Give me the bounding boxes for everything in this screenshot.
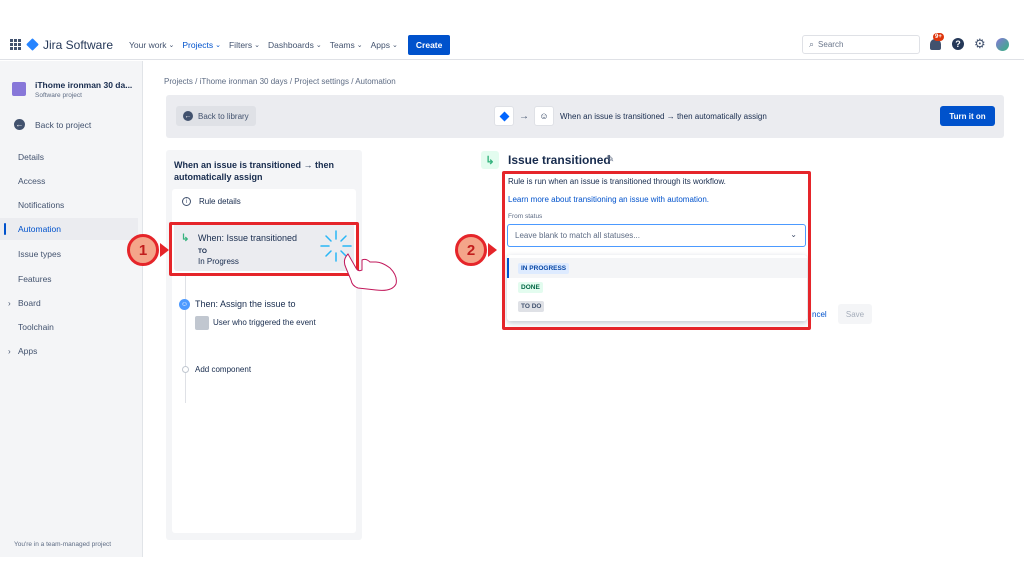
sidebar-item-automation[interactable]: Automation — [0, 218, 138, 240]
add-component-link[interactable]: Add component — [195, 365, 251, 374]
sidebar-item-features[interactable]: Features — [0, 268, 138, 290]
app-switcher-icon[interactable] — [10, 39, 21, 50]
marker-arrow-1 — [160, 243, 169, 257]
user-icon — [195, 316, 209, 330]
flow-connector — [185, 273, 186, 403]
trigger-diamond-icon — [494, 106, 514, 126]
chevron-down-icon: ⌄ — [215, 41, 221, 49]
chevron-down-icon: ⌄ — [392, 41, 398, 49]
action-user: User who triggered the event — [213, 318, 316, 327]
marker-arrow-2 — [488, 243, 497, 257]
chevron-down-icon: ⌄ — [254, 41, 260, 49]
nav-teams[interactable]: Teams ⌄ — [330, 40, 363, 50]
click-hand-icon — [320, 230, 397, 291]
user-avatar[interactable] — [995, 37, 1009, 51]
sidebar-item-details[interactable]: Details — [0, 146, 138, 168]
sidebar-item-apps[interactable]: › Apps — [0, 340, 138, 362]
rule-summary: → ☺ When an issue is transitioned → then… — [494, 106, 767, 126]
transition-icon: ↳ — [481, 151, 499, 169]
project-sidebar: iThome ironman 30 da... Software project… — [0, 61, 143, 557]
chevron-right-icon: › — [8, 346, 11, 356]
template-banner: ← Back to library → ☺ When an issue is t… — [166, 95, 1004, 138]
chevron-down-icon: ⌄ — [168, 41, 175, 49]
jira-logo[interactable]: Jira Software — [26, 37, 114, 52]
rule-summary-text: When an issue is transitioned → then aut… — [560, 111, 767, 121]
nav-dashboards[interactable]: Dashboards ⌄ — [268, 40, 322, 50]
trigger-detail-title: Issue transitioned — [508, 153, 611, 167]
sidebar-item-board[interactable]: › Board — [0, 292, 138, 314]
sidebar-item-issue-types[interactable]: Issue types — [0, 243, 138, 265]
action-title[interactable]: Then: Assign the issue to — [195, 299, 296, 309]
chevron-right-icon: › — [8, 298, 11, 308]
create-button[interactable]: Create — [407, 34, 451, 55]
assign-person-icon: ☺ — [179, 299, 190, 310]
step-marker-1: 1 — [127, 234, 159, 266]
back-to-project-link[interactable]: ← Back to project — [14, 119, 91, 130]
notification-badge: 9+ — [933, 33, 944, 41]
nav-apps[interactable]: Apps ⌄ — [371, 40, 398, 50]
back-to-library-button[interactable]: ← Back to library — [176, 106, 256, 126]
project-icon — [12, 82, 26, 96]
search-icon: ⌕ — [809, 39, 815, 49]
project-name: iThome ironman 30 da... — [35, 80, 133, 90]
chevron-down-icon: ⌄ — [356, 41, 363, 49]
sidebar-item-toolchain[interactable]: Toolchain — [0, 316, 138, 338]
top-actions: 9+ ? ⚙ — [930, 33, 1009, 51]
notifications-icon[interactable]: 9+ — [930, 33, 944, 51]
help-icon[interactable]: ? — [952, 38, 964, 50]
assign-user-icon: ☺ — [534, 106, 554, 126]
rule-title: When an issue is transitioned → then aut… — [174, 160, 335, 182]
rule-panel: When an issue is transitioned → then aut… — [166, 150, 362, 540]
breadcrumb[interactable]: Projects / iThome ironman 30 days / Proj… — [164, 77, 396, 86]
highlight-box-status — [502, 171, 811, 330]
nav-your-work[interactable]: Your work ⌄ — [129, 40, 174, 50]
turn-it-on-button[interactable]: Turn it on — [940, 106, 995, 126]
info-icon: i — [182, 197, 191, 206]
chevron-down-icon: ⌄ — [315, 41, 322, 49]
search-input[interactable]: ⌕ Search — [802, 35, 920, 54]
jira-diamond-icon — [26, 38, 39, 51]
cancel-button[interactable]: ncel — [812, 310, 827, 319]
arrow-left-icon: ← — [183, 111, 193, 121]
nav-filters[interactable]: Filters ⌄ — [229, 40, 260, 50]
step-marker-2: 2 — [455, 234, 487, 266]
rule-details-item[interactable]: i Rule details — [182, 197, 241, 206]
project-type: Software project — [35, 92, 82, 99]
arrow-right-icon: → — [519, 110, 529, 122]
arrow-left-icon: ← — [14, 119, 25, 130]
settings-gear-icon[interactable]: ⚙ — [974, 37, 986, 50]
sidebar-item-notifications[interactable]: Notifications — [0, 194, 138, 216]
save-button[interactable]: Save — [838, 304, 872, 324]
edit-pencil-icon[interactable]: ✎ — [606, 154, 614, 165]
project-header[interactable]: iThome ironman 30 da... Software project — [12, 80, 132, 99]
nav-projects[interactable]: Projects ⌄ — [182, 40, 221, 50]
add-component-dot-icon — [182, 366, 189, 373]
app-name: Jira Software — [43, 37, 114, 52]
top-navigation: Jira Software Your work ⌄ Projects ⌄ Filte… — [0, 30, 1024, 60]
sidebar-item-access[interactable]: Access — [0, 170, 138, 192]
team-managed-note: You're in a team-managed project — [14, 541, 112, 548]
search-placeholder: Search — [818, 40, 844, 49]
